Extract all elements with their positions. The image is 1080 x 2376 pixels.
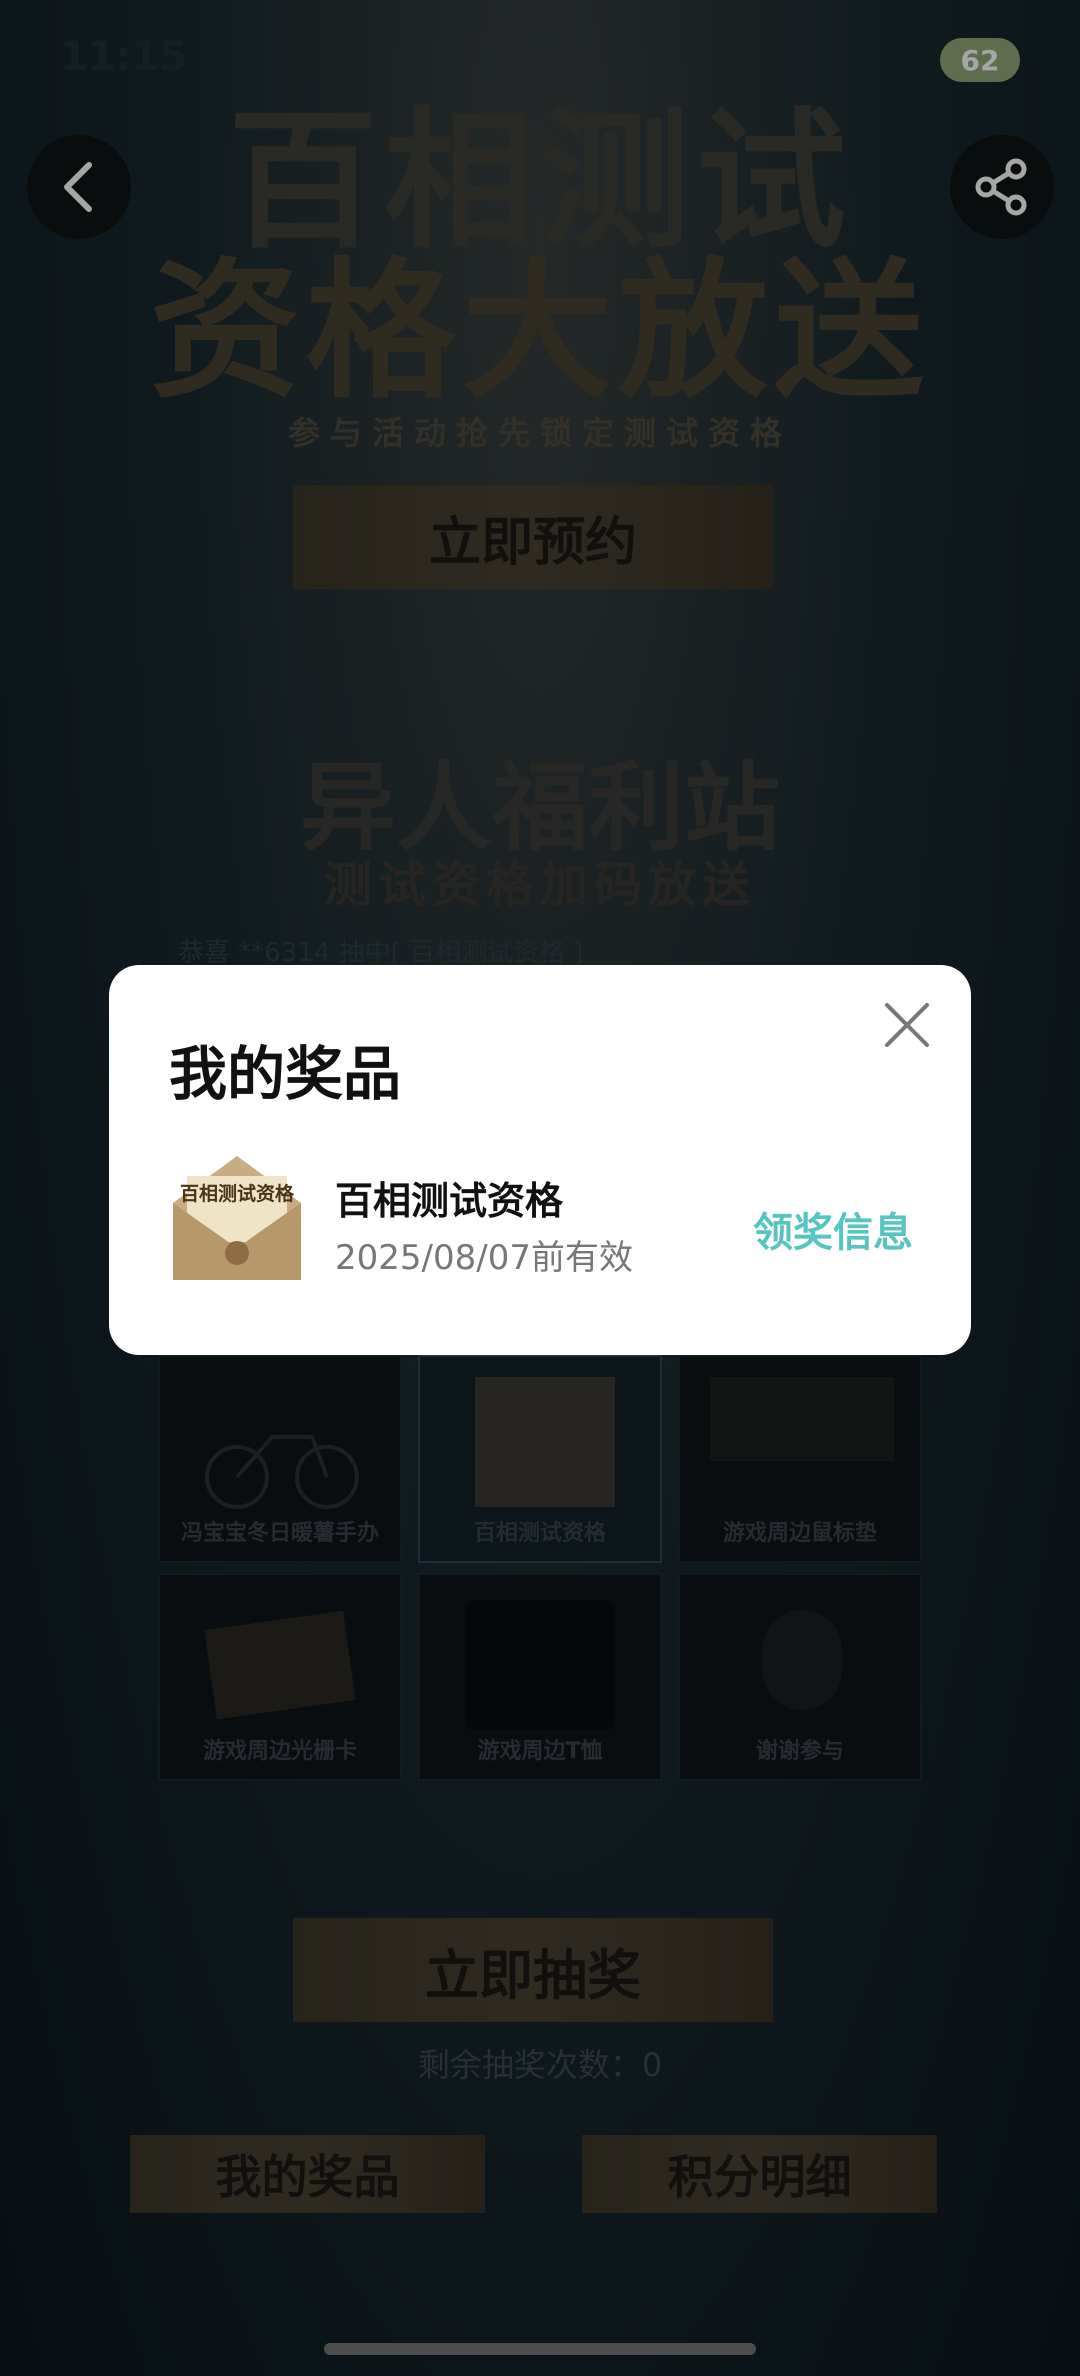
prize-name: 百相测试资格 bbox=[335, 1179, 564, 1223]
prize-expiry: 2025/08/07前有效 bbox=[335, 1238, 633, 1278]
envelope-text-line1: 百相测试资格 bbox=[180, 1182, 295, 1205]
claim-info-button[interactable]: 领奖信息 bbox=[753, 1200, 913, 1258]
prize-envelope-image: 百相测试资格 bbox=[167, 1148, 307, 1288]
my-prizes-modal: 我的奖品 百相测试资格 百相测试资格 2025/08/07前有效 领奖信息 bbox=[109, 965, 971, 1355]
modal-title: 我的奖品 bbox=[169, 1040, 402, 1108]
close-icon[interactable] bbox=[877, 995, 937, 1055]
